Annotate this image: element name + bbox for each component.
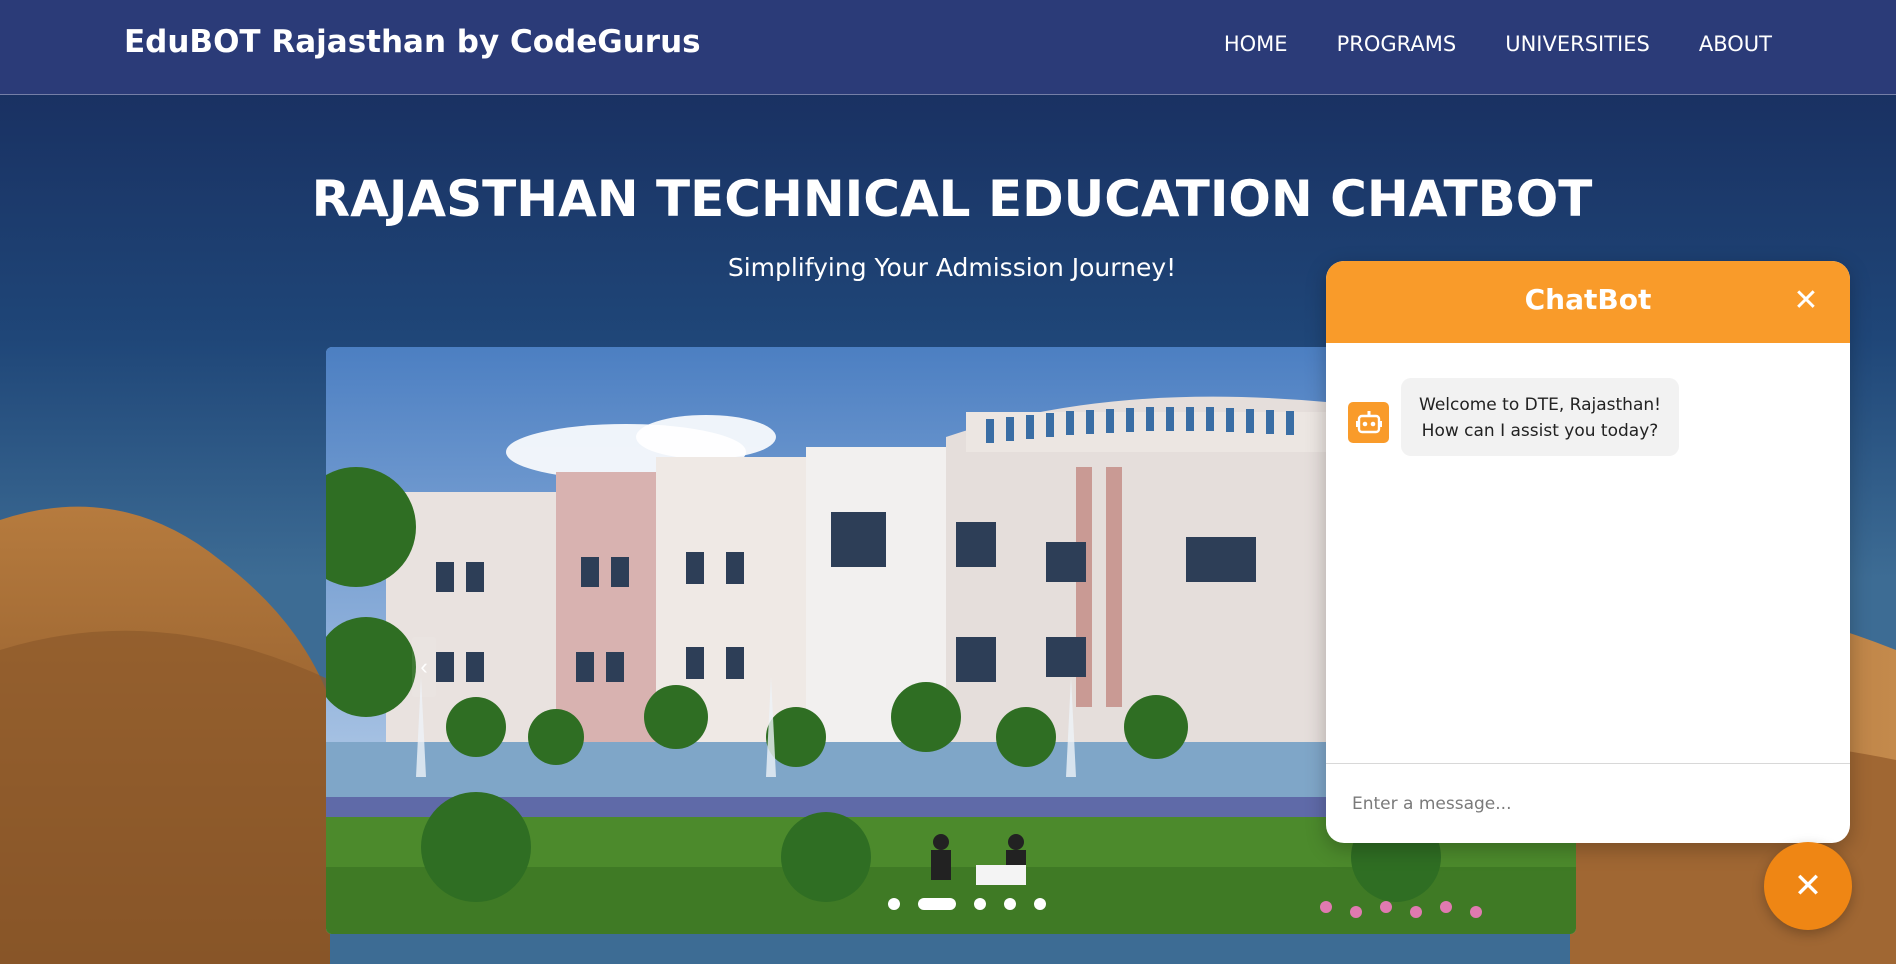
nav-universities-link[interactable]: UNIVERSITIES xyxy=(1505,32,1650,56)
close-icon: ✕ xyxy=(1793,867,1823,905)
carousel-dot-active[interactable] xyxy=(918,898,956,910)
carousel-indicators xyxy=(326,898,1576,910)
chatbot-header: ChatBot ✕ xyxy=(1326,261,1850,343)
carousel-dot[interactable] xyxy=(1034,898,1046,910)
chat-input-area xyxy=(1326,763,1850,843)
chatbot-title: ChatBot xyxy=(1524,283,1652,316)
nav-about-link[interactable]: ABOUT xyxy=(1699,32,1772,56)
chat-message-bot: Welcome to DTE, Rajasthan! How can I ass… xyxy=(1348,378,1679,456)
hero-title: RAJASTHAN TECHNICAL EDUCATION CHATBOT xyxy=(311,170,1593,228)
carousel-dot[interactable] xyxy=(974,898,986,910)
close-icon: ✕ xyxy=(1793,284,1819,317)
carousel-dot[interactable] xyxy=(888,898,900,910)
chevron-left-icon: ‹ xyxy=(420,654,428,679)
main-nav: HOME PROGRAMS UNIVERSITIES ABOUT xyxy=(1224,32,1772,56)
chat-message-line: Welcome to DTE, Rajasthan! xyxy=(1419,395,1661,415)
chatbot-toggle-button[interactable]: ✕ xyxy=(1764,842,1852,930)
brand-logo-text[interactable]: EduBOT Rajasthan by CodeGurus xyxy=(124,24,701,60)
chat-bubble: Welcome to DTE, Rajasthan! How can I ass… xyxy=(1401,378,1679,456)
chat-message-input[interactable] xyxy=(1350,786,1814,822)
carousel-dot[interactable] xyxy=(1004,898,1016,910)
carousel-prev-button[interactable]: ‹ xyxy=(412,637,436,697)
nav-home-link[interactable]: HOME xyxy=(1224,32,1288,56)
chat-message-line: How can I assist you today? xyxy=(1421,421,1659,441)
chatbot-close-button[interactable]: ✕ xyxy=(1788,283,1824,319)
chatbot-panel: ChatBot ✕ Welcome to DTE, Rajasthan! How… xyxy=(1326,261,1850,843)
robot-icon xyxy=(1348,402,1389,443)
site-header: EduBOT Rajasthan by CodeGurus HOME PROGR… xyxy=(0,0,1896,95)
nav-programs-link[interactable]: PROGRAMS xyxy=(1337,32,1457,56)
